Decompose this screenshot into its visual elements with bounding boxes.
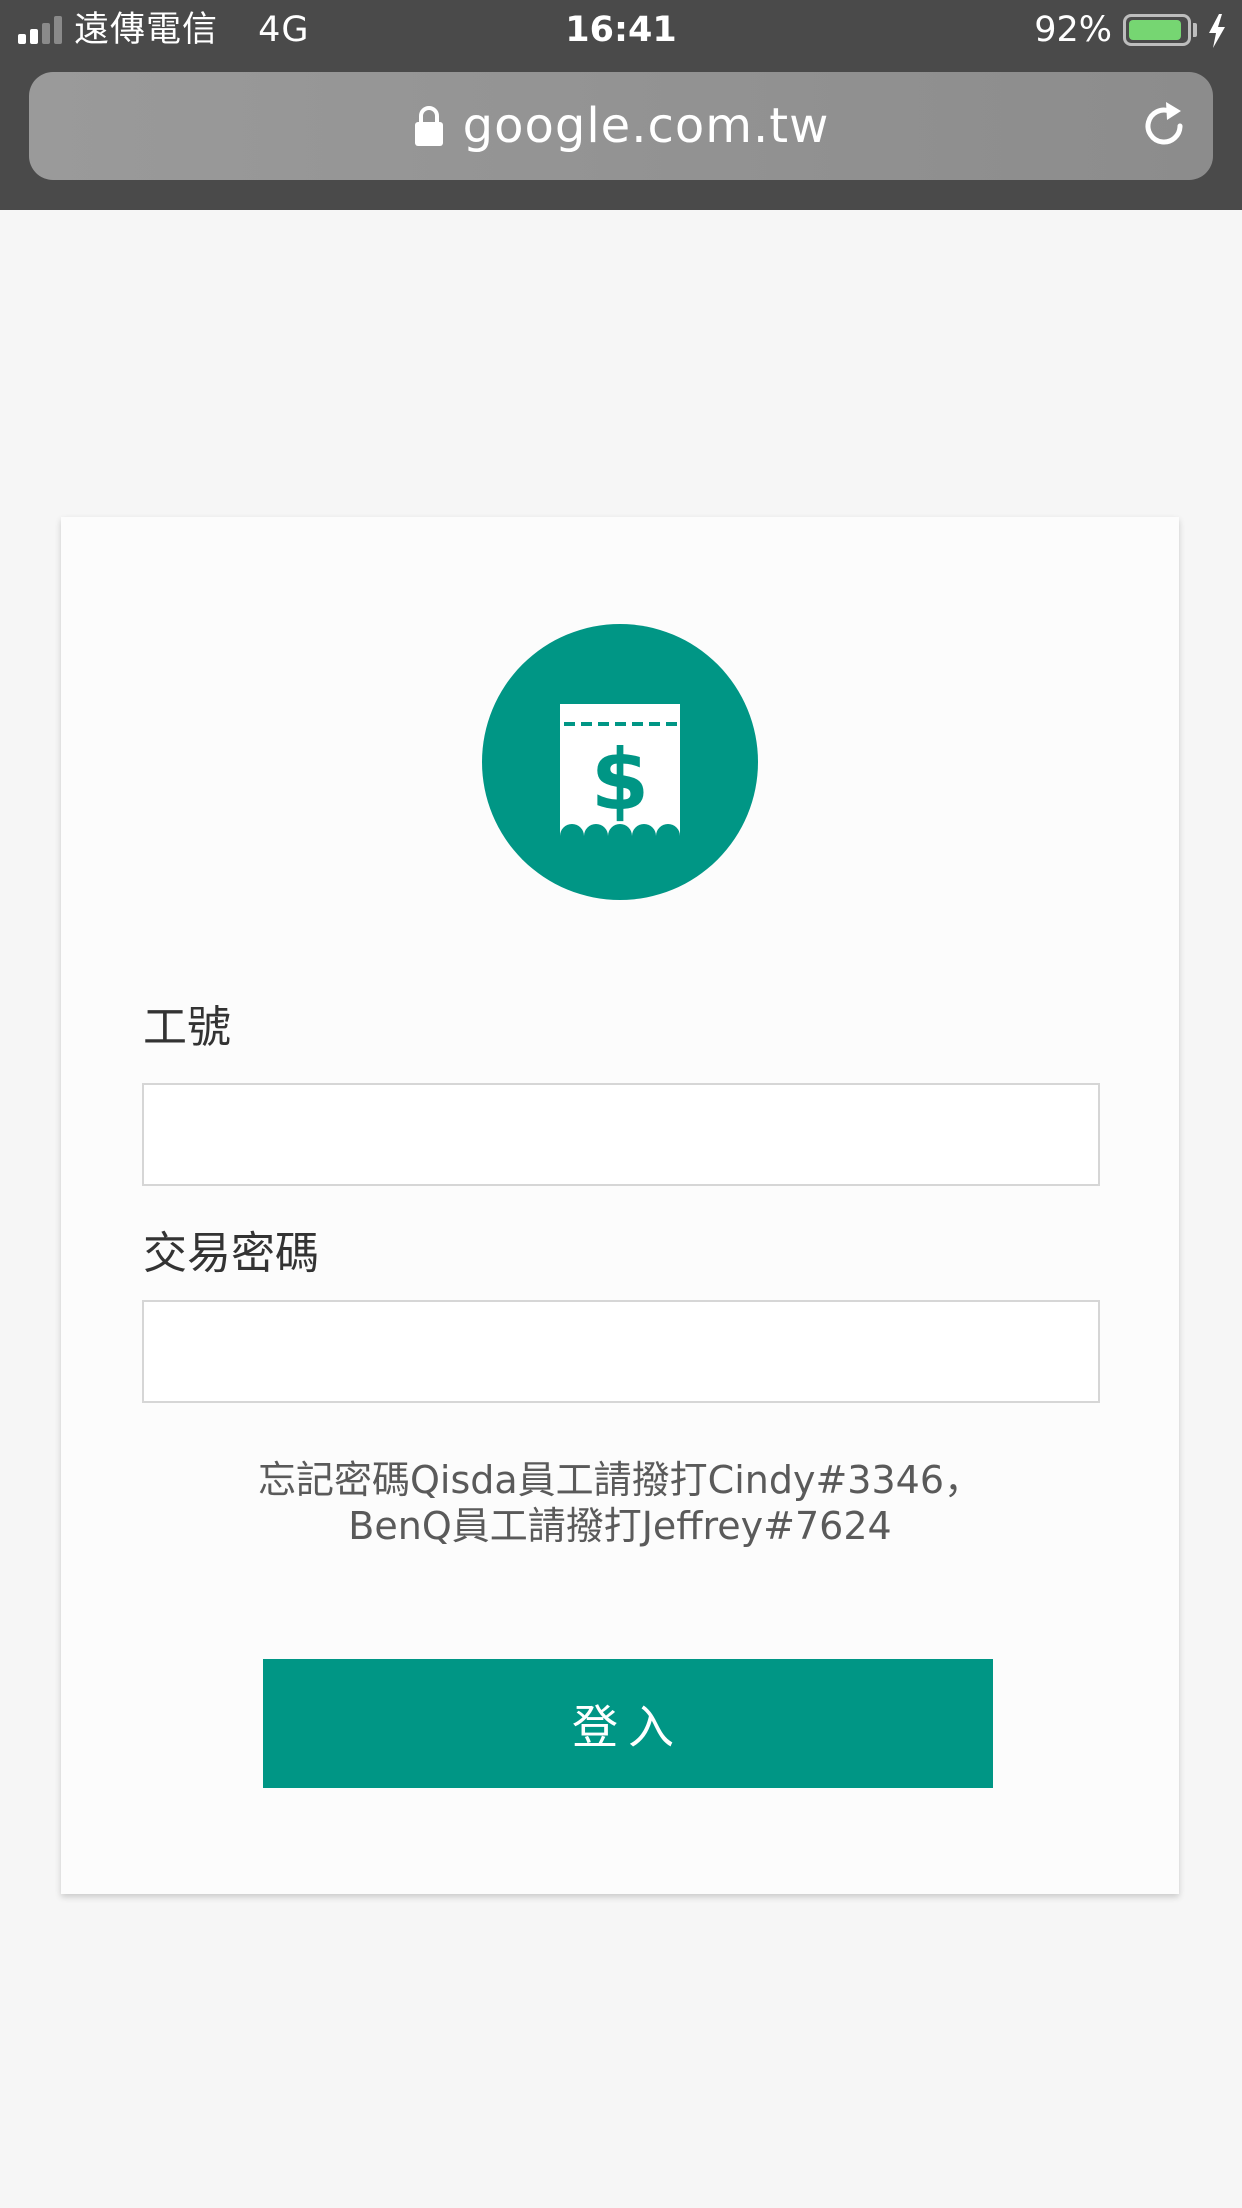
status-bar: 遠傳電信 4G 16:41 92%	[0, 0, 1242, 64]
battery-icon	[1123, 14, 1191, 46]
password-label: 交易密碼	[143, 1228, 319, 1279]
receipt-dollar-icon: $	[482, 624, 758, 900]
employee-id-input[interactable]	[142, 1083, 1100, 1186]
svg-text:$: $	[591, 731, 649, 829]
login-card: $ 工號 交易密碼 忘記密碼Qisda員工請撥打Cindy#3346， BenQ…	[61, 517, 1179, 1894]
address-bar[interactable]: google.com.tw	[29, 72, 1213, 180]
battery-fill	[1129, 20, 1181, 40]
browser-chrome: 遠傳電信 4G 16:41 92% google.com.tw	[0, 0, 1242, 210]
employee-id-label: 工號	[143, 1002, 231, 1053]
battery-percentage: 92%	[1034, 10, 1112, 50]
forgot-password-help: 忘記密碼Qisda員工請撥打Cindy#3346， BenQ員工請撥打Jeffr…	[61, 1457, 1179, 1549]
battery-terminal	[1193, 23, 1197, 37]
reload-icon[interactable]	[1137, 99, 1191, 153]
url-text: google.com.tw	[462, 98, 830, 154]
help-line-qisda: 忘記密碼Qisda員工請撥打Cindy#3346，	[257, 1458, 982, 1502]
charging-bolt-icon	[1209, 14, 1225, 48]
lock-icon	[414, 106, 443, 146]
login-button[interactable]: 登入	[263, 1659, 993, 1788]
help-line-benq: BenQ員工請撥打Jeffrey#7624	[348, 1504, 892, 1548]
password-input[interactable]	[142, 1300, 1100, 1403]
